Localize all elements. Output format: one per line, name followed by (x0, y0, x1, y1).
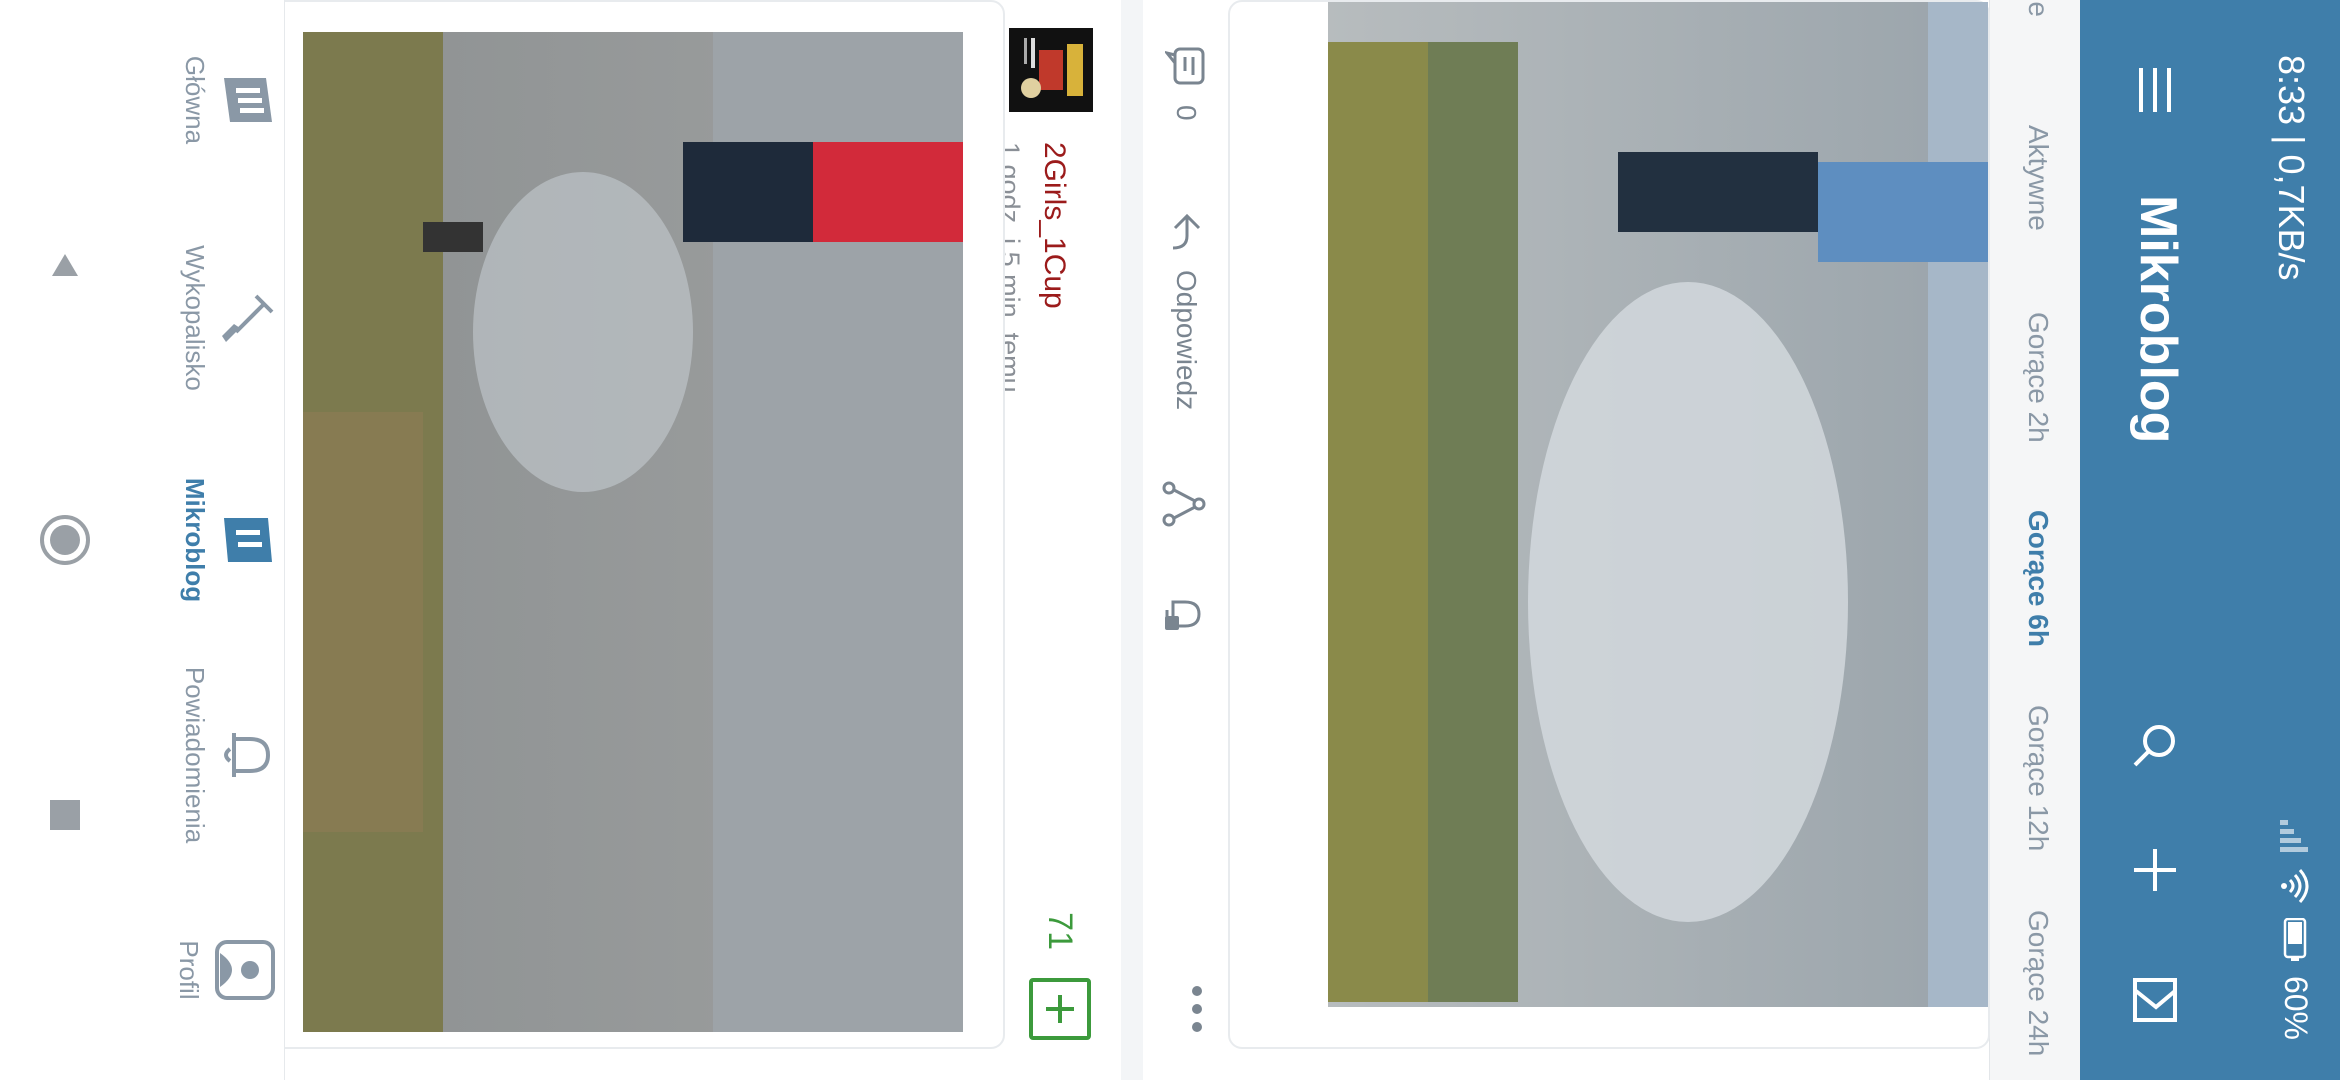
nav-label-wykopalisko: Wykopalisko (180, 245, 210, 391)
clock-text: 8:33 (2271, 55, 2312, 126)
status-bar: 8:33 | 0,7KB/s 60% (2230, 0, 2340, 1080)
battery-icon (2284, 917, 2308, 962)
vote-count: 71 (1041, 912, 1079, 950)
nav-mikroblog[interactable]: Mikroblog (136, 440, 276, 640)
menu-button[interactable] (2080, 30, 2230, 150)
compose-button[interactable] (2080, 940, 2230, 1060)
comment-icon (1165, 45, 1207, 87)
home-icon (220, 72, 276, 128)
share-button[interactable] (1159, 480, 1207, 528)
nav-glowna[interactable]: Główna (136, 0, 276, 200)
nav-wykopalisko[interactable]: Wykopalisko (136, 218, 276, 418)
comment-count: 0 (1171, 105, 1202, 121)
tab-gorace-2h[interactable]: Gorące 2h (2022, 312, 2054, 443)
menu-icon (2137, 68, 2173, 112)
status-right: 60% (2277, 819, 2314, 1040)
filter-tabs: Najnowsze Aktywne Gorące 2h Gorące 6h Go… (1989, 0, 2080, 1080)
post-image-current[interactable] (303, 32, 963, 1032)
add-icon (2132, 847, 2178, 893)
plus-icon (1042, 991, 1078, 1027)
profile-icon (214, 939, 276, 1001)
recents-icon (48, 798, 82, 832)
nav-powiadomienia[interactable]: Powiadomienia (136, 655, 276, 855)
share-icon (1159, 480, 1207, 528)
nav-label-profil: Profil (174, 940, 204, 1000)
upvote-button[interactable] (1029, 978, 1091, 1040)
nav-label-glowna: Główna (180, 55, 210, 145)
wifi-icon (2281, 868, 2311, 904)
tab-najnowsze[interactable]: Najnowsze (2022, 0, 2054, 17)
post-separator (1121, 0, 1143, 1080)
compose-icon (2132, 977, 2178, 1023)
nav-label-powiadomienia: Powiadomienia (180, 666, 210, 844)
system-home-button[interactable] (30, 505, 100, 575)
tab-aktywne[interactable]: Aktywne (2022, 125, 2054, 231)
app-bar: Mikroblog (2080, 0, 2230, 1080)
nav-label-mikroblog: Mikroblog (180, 477, 210, 603)
nav-profil[interactable]: Profil (136, 870, 276, 1070)
tab-gorace-6h[interactable]: Gorące 6h (2022, 510, 2054, 647)
home-circle-icon (38, 513, 92, 567)
author-avatar[interactable] (1009, 28, 1093, 112)
bottom-nav: Główna Wykopalisko Mikroblog Powiadomien… (129, 0, 285, 1080)
page-title: Mikroblog (2129, 195, 2187, 444)
post-card-previous (1228, 0, 1990, 1049)
status-separator: | (2271, 125, 2312, 155)
notify-button[interactable] (1159, 590, 1207, 638)
search-button[interactable] (2080, 685, 2230, 805)
reply-label: Odpowiedz (1171, 270, 1202, 411)
add-button[interactable] (2080, 810, 2230, 930)
author-name[interactable]: 2Girls_1Cup (1037, 142, 1071, 309)
reply-button[interactable]: Odpowiedz (1165, 210, 1207, 410)
tab-gorace-12h[interactable]: Gorące 12h (2022, 705, 2054, 851)
system-recents-button[interactable] (30, 780, 100, 850)
comment-count-button[interactable]: 0 (1165, 45, 1207, 121)
notify-icon (1159, 590, 1207, 638)
more-button[interactable] (1191, 985, 1203, 1033)
status-time: 8:33 | 0,7KB/s (2270, 55, 2312, 281)
system-nav (0, 0, 130, 1080)
mikroblog-icon (220, 512, 276, 568)
network-speed: 0,7KB/s (2271, 154, 2312, 281)
battery-percent: 60% (2278, 975, 2314, 1040)
tab-gorace-24h[interactable]: Gorące 24h (2022, 910, 2054, 1056)
post-card-current (241, 0, 1005, 1049)
shovel-icon (220, 290, 276, 346)
search-icon (2132, 722, 2178, 768)
back-icon (48, 248, 82, 282)
signal-icon (2280, 819, 2311, 854)
more-icon (1191, 985, 1203, 1033)
post-image-previous[interactable] (1328, 2, 1988, 1007)
bell-icon (220, 727, 276, 783)
system-back-button[interactable] (30, 230, 100, 300)
reply-icon (1165, 210, 1207, 252)
